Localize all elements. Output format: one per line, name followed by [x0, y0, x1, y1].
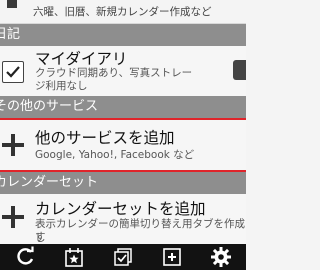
add-service-title: 他のサービスを追加 — [35, 129, 175, 147]
plus-icon — [2, 134, 24, 156]
add-calendar-set-item[interactable]: カレンダーセットを追加 表示カレンダーの簡単切り替え用タブを作成し す — [0, 194, 246, 244]
my-diary-subtitle-line2: ジ利用なし — [35, 80, 88, 92]
add-calendar-set-subtitle-line1: 表示カレンダーの簡単切り替え用タブを作成し — [35, 218, 245, 244]
add-service-subtitle: Google, Yahoo!, Facebook など — [35, 149, 195, 161]
add-button[interactable] — [155, 244, 189, 270]
calendar-star-icon — [64, 248, 83, 267]
calendar-check-icon — [114, 248, 132, 266]
task-list-button[interactable] — [106, 244, 140, 270]
settings-button[interactable] — [204, 244, 238, 270]
checkmark-icon — [6, 66, 20, 78]
calendar-options-subtitle: 六曜、旧暦、新規カレンダー作成など — [33, 6, 212, 18]
my-diary-checkbox[interactable] — [2, 61, 24, 83]
section-header-calendar-set: カレンダーセット — [0, 172, 246, 194]
my-diary-item[interactable]: マイダイアリ クラウド同期あり、写真ストレー ジ利用なし — [0, 46, 246, 96]
add-calendar-set-title: カレンダーセットを追加 — [35, 200, 206, 218]
sync-icon — [16, 246, 34, 265]
settings-icon — [211, 247, 232, 267]
add-calendar-set-subtitle-line2: す — [35, 231, 46, 243]
bottom-toolbar — [0, 244, 246, 270]
item-icon — [0, 0, 24, 10]
plus-icon — [2, 206, 24, 228]
favorite-calendar-button[interactable] — [57, 244, 91, 270]
calendar-options-item[interactable]: 六曜、旧暦、新規カレンダー作成など — [0, 0, 246, 24]
section-header-diary: 日記 — [0, 24, 246, 46]
diary-toggle-icon[interactable] — [233, 60, 246, 80]
sync-button[interactable] — [8, 244, 42, 270]
add-service-item[interactable]: 他のサービスを追加 Google, Yahoo!, Facebook など — [0, 120, 246, 170]
my-diary-subtitle-line1: クラウド同期あり、写真ストレー — [35, 67, 193, 79]
add-box-icon — [163, 248, 181, 266]
section-header-other-services: その他のサービス — [0, 96, 246, 118]
